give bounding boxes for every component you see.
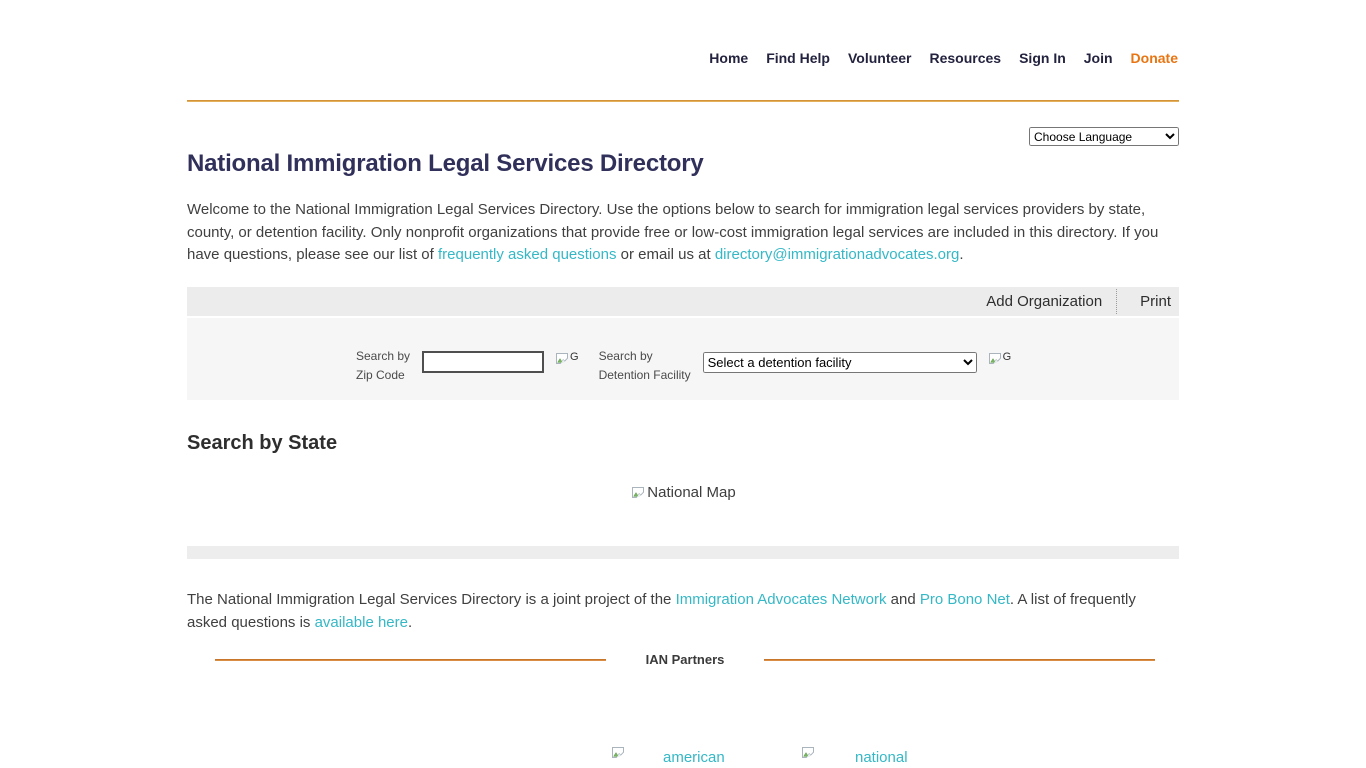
email-link[interactable]: directory@immigrationadvocates.org — [715, 246, 960, 263]
zip-label-line2: Zip Code — [356, 366, 410, 385]
intro-paragraph: Welcome to the National Immigration Lega… — [187, 199, 1177, 267]
detention-facility-select[interactable]: Select a detention facility — [703, 352, 977, 373]
faq-link[interactable]: frequently asked questions — [438, 246, 616, 263]
top-nav: Home Find Help Volunteer Resources Sign … — [709, 50, 1178, 66]
footer-text-1: The National Immigration Legal Services … — [187, 591, 676, 608]
section-divider — [187, 546, 1179, 559]
partners-logo-row: american national — [187, 745, 1179, 768]
search-panel: Search by Zip Code G Search by Detention… — [187, 318, 1179, 400]
detention-label-line2: Detention Facility — [599, 366, 691, 385]
ian-partners-label: IAN Partners — [646, 652, 725, 667]
footer-text-4: . — [408, 614, 412, 631]
partner-logo-national[interactable]: national — [800, 745, 908, 766]
intro-text-3: . — [959, 246, 963, 263]
national-map-alt-text: National Map — [647, 484, 735, 501]
broken-image-icon — [800, 745, 816, 761]
available-here-link[interactable]: available here — [315, 614, 408, 631]
national-map-image[interactable]: National Map — [630, 484, 735, 501]
detention-search-label: Search by Detention Facility — [599, 345, 691, 385]
nav-volunteer[interactable]: Volunteer — [848, 50, 912, 66]
add-organization-link[interactable]: Add Organization — [986, 293, 1102, 310]
footer-paragraph: The National Immigration Legal Services … — [187, 589, 1177, 634]
partners-rule-left — [215, 659, 606, 661]
directory-toolbar: Add Organization Print — [187, 287, 1179, 316]
national-map-container: National Map — [187, 484, 1179, 505]
language-select[interactable]: Choose Language — [1029, 127, 1179, 146]
zip-code-input[interactable] — [422, 351, 544, 373]
ian-link[interactable]: Immigration Advocates Network — [676, 591, 887, 608]
partners-rule-right — [764, 659, 1155, 661]
zip-label-line1: Search by — [356, 347, 410, 366]
page: Home Find Help Volunteer Resources Sign … — [0, 0, 1366, 768]
partner-american-alt-text[interactable]: american — [663, 749, 725, 766]
search-by-state-heading: Search by State — [187, 432, 337, 455]
zip-go-button[interactable]: G — [554, 351, 579, 367]
nav-donate[interactable]: Donate — [1131, 50, 1178, 66]
nav-join[interactable]: Join — [1084, 50, 1113, 66]
page-title: National Immigration Legal Services Dire… — [187, 150, 704, 178]
footer-text-2: and — [886, 591, 919, 608]
broken-image-icon — [554, 351, 570, 367]
nav-home[interactable]: Home — [709, 50, 748, 66]
partner-national-alt-text[interactable]: national — [855, 749, 908, 766]
detention-go-button[interactable]: G — [987, 351, 1012, 367]
print-link[interactable]: Print — [1140, 293, 1171, 310]
pro-bono-net-link[interactable]: Pro Bono Net — [920, 591, 1010, 608]
toolbar-separator — [1116, 289, 1117, 314]
ian-partners-header: IAN Partners — [187, 652, 1179, 667]
zip-go-alt-text: G — [570, 351, 579, 363]
broken-image-icon — [630, 485, 646, 501]
nav-sign-in[interactable]: Sign In — [1019, 50, 1066, 66]
search-row: Search by Zip Code G Search by Detention… — [356, 345, 1011, 385]
broken-image-icon — [610, 745, 626, 761]
zip-search-label: Search by Zip Code — [356, 345, 410, 385]
detention-label-line1: Search by — [599, 347, 691, 366]
partner-logo-american[interactable]: american — [610, 745, 725, 766]
broken-image-icon — [987, 351, 1003, 367]
intro-text-2: or email us at — [616, 246, 714, 263]
detention-go-alt-text: G — [1003, 351, 1012, 363]
nav-find-help[interactable]: Find Help — [766, 50, 830, 66]
nav-resources[interactable]: Resources — [930, 50, 1002, 66]
header-divider — [187, 100, 1179, 102]
